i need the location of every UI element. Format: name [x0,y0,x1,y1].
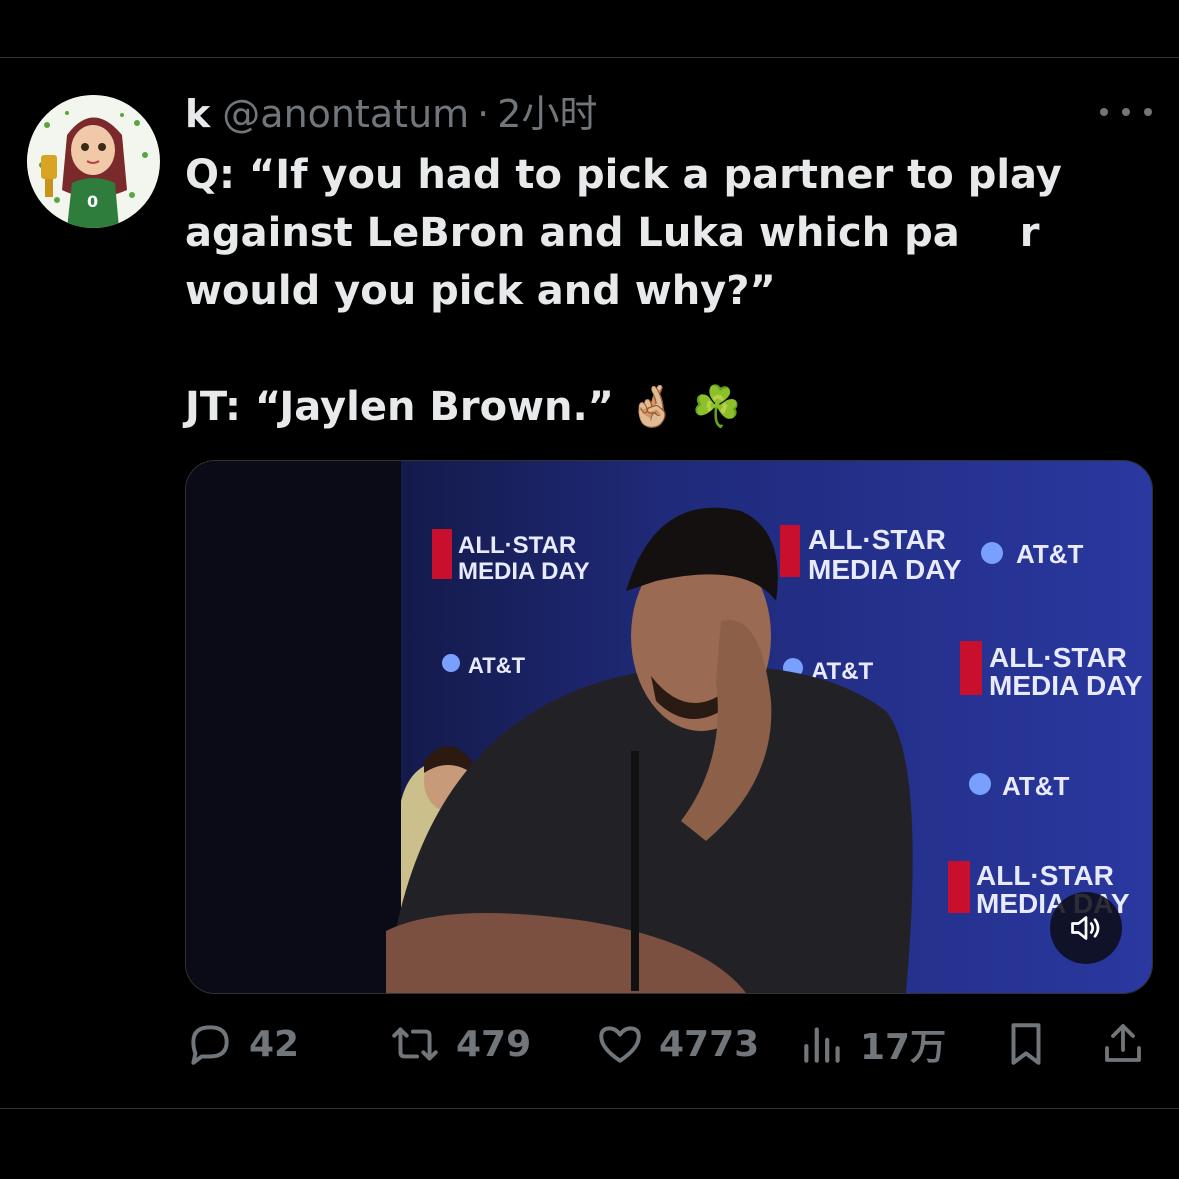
backdrop-text: MEDIA DAY [458,558,590,585]
like-icon [599,1026,641,1063]
sound-button[interactable] [1050,892,1122,964]
separator: · [477,92,490,136]
bottom-divider [0,1108,1179,1109]
backdrop-text: ALL·STAR [989,642,1127,673]
bookmark-button[interactable] [1003,1015,1063,1073]
svg-text:0: 0 [87,192,98,211]
tweet-line: JT: “Jaylen Brown.” 🤞🏼 ☘️ [185,384,742,430]
avatar[interactable]: 0 [27,95,160,228]
backdrop-text: ALL·STAR [808,524,946,555]
reply-count: 42 [249,1023,300,1065]
tweet-line: against LeBron and Luka which pa r [185,210,1040,256]
views-count: 17万 [860,1027,947,1068]
tweet-header: k @anontatum · 2小时 [185,88,597,140]
tweet-line: Q: “If you had to pick a partner to play [185,152,1062,198]
retweet-count: 479 [456,1023,532,1065]
bookmark-icon [1011,1023,1041,1065]
views-button[interactable]: 17万 [800,1015,946,1073]
top-divider [0,57,1179,58]
retweet-button[interactable]: 479 [388,1015,531,1073]
backdrop-text: AT&T [468,653,526,678]
more-dot [1122,108,1130,116]
share-icon [1105,1024,1141,1062]
share-button[interactable] [1099,1015,1161,1073]
like-button[interactable]: 4773 [595,1015,759,1073]
like-count: 4773 [659,1023,760,1065]
reply-button[interactable]: 42 [185,1015,299,1073]
video-player[interactable]: ALL·STAR MEDIA DAY AT&T ALL·STAR MEDIA D… [185,460,1153,994]
retweet-icon [392,1027,438,1061]
speaker-icon [1071,916,1100,940]
author-handle[interactable]: @anontatum [222,88,469,140]
author-name[interactable]: k [185,88,210,140]
tweet-text: Q: “If you had to pick a partner to play… [185,146,1145,436]
action-bar: 42 479 4773 17万 [185,1015,1151,1073]
backdrop-text: MEDIA DAY [808,554,962,585]
views-icon [804,1027,840,1063]
backdrop-text: AT&T [1016,539,1084,569]
more-dot [1144,108,1152,116]
tweet-line: would you pick and why?” [185,268,776,314]
more-dot [1100,108,1108,116]
reply-icon [191,1025,229,1065]
backdrop-text: AT&T [1002,771,1070,801]
backdrop-text: ALL·STAR [458,532,576,559]
more-icon[interactable] [1100,96,1152,128]
tweet-time[interactable]: 2小时 [497,88,597,140]
video-frame: ALL·STAR MEDIA DAY AT&T ALL·STAR MEDIA D… [186,461,1152,993]
backdrop-text: ALL·STAR [976,860,1114,891]
backdrop-text: MEDIA DAY [989,670,1143,701]
